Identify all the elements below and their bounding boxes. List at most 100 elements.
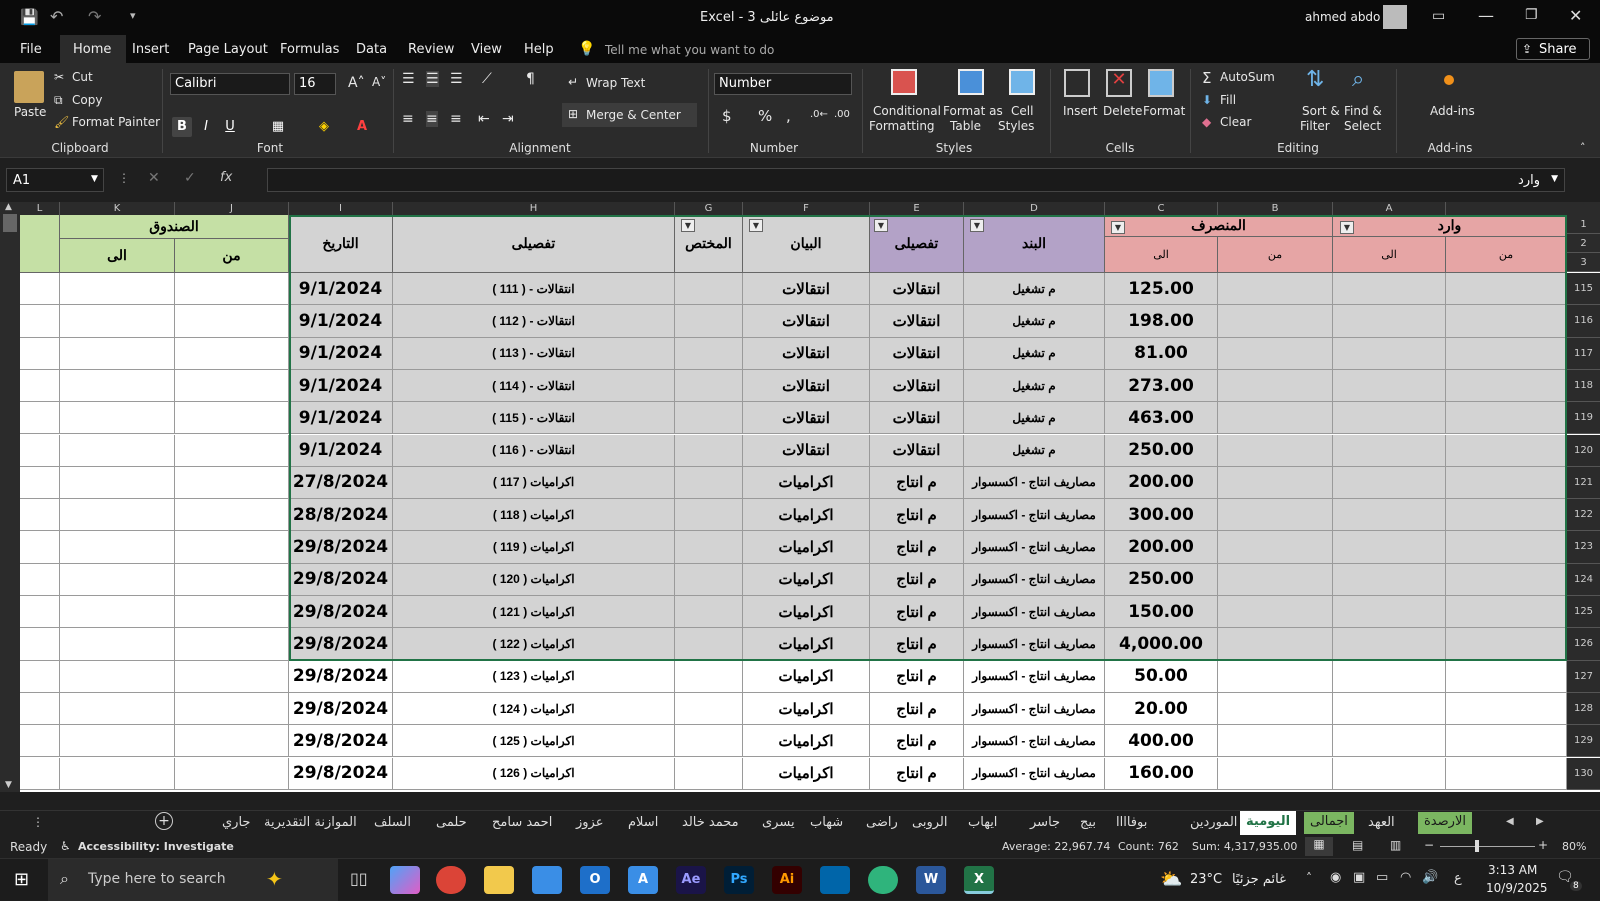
cell-blank[interactable] — [20, 499, 60, 532]
cell-amount[interactable]: 4,000.00 — [1105, 628, 1218, 661]
cell-amount[interactable]: 160.00 — [1105, 757, 1218, 790]
format-cells-button[interactable]: Format — [1143, 104, 1185, 118]
cell-safe-from[interactable] — [175, 466, 289, 500]
decrease-decimal-icon[interactable]: .00 — [834, 109, 850, 120]
cell-income-to[interactable] — [1333, 692, 1446, 726]
increase-font-icon[interactable]: A˄ — [348, 75, 365, 91]
clear-button[interactable]: Clear — [1220, 115, 1251, 129]
fill-button[interactable]: Fill — [1220, 93, 1236, 107]
page-layout-view-icon[interactable]: ▤ — [1352, 838, 1363, 852]
menu-page-layout[interactable]: Page Layout — [188, 42, 268, 57]
cell-amount[interactable]: 463.00 — [1105, 402, 1218, 435]
cell-statement[interactable]: انتقالات — [743, 305, 870, 338]
cell-safe-to[interactable] — [60, 563, 175, 596]
cell-item[interactable]: مصاريف انتاج - اكسسوار — [964, 628, 1105, 661]
filter-dropdown-icon[interactable]: ▼ — [749, 219, 763, 232]
column-header-d[interactable]: D — [964, 202, 1105, 215]
cell-detail2[interactable]: م انتاج — [870, 466, 964, 500]
cell-detail[interactable]: اكراميات ( 126 ) — [393, 757, 675, 790]
cell-income-to[interactable] — [1333, 660, 1446, 693]
tray-record-icon[interactable]: ◉ — [1330, 870, 1341, 885]
cell-blank[interactable] — [20, 660, 60, 693]
column-header-j[interactable]: J — [175, 202, 289, 215]
cell-specialist[interactable] — [675, 725, 743, 758]
cell-safe-from[interactable] — [175, 305, 289, 338]
cell-specialist[interactable] — [675, 273, 743, 306]
cell-date[interactable]: 29/8/2024 — [289, 757, 393, 790]
currency-icon[interactable]: $ — [722, 107, 732, 125]
windows-start-icon[interactable]: ⊞ — [14, 869, 29, 890]
cell-expense-from[interactable] — [1218, 305, 1333, 338]
sheet-tab[interactable]: جاري — [216, 815, 256, 830]
cell-detail2[interactable]: م انتاج — [870, 563, 964, 596]
cell-safe-to[interactable] — [60, 466, 175, 500]
tab-scroll-right-icon[interactable]: ▶ — [1536, 816, 1544, 827]
cell-safe-to[interactable] — [60, 434, 175, 467]
column-header-e[interactable]: E — [870, 202, 964, 215]
cell-detail[interactable]: اكراميات ( 124 ) — [393, 692, 675, 726]
cell-expense-from[interactable] — [1218, 725, 1333, 758]
cell-date[interactable]: 9/1/2024 — [289, 337, 393, 370]
save-icon[interactable]: 💾 — [20, 8, 39, 26]
cell-safe-from[interactable] — [175, 628, 289, 661]
orientation-icon[interactable]: ⟋ — [482, 71, 492, 87]
cell-detail[interactable]: اكراميات ( 125 ) — [393, 725, 675, 758]
cell-specialist[interactable] — [675, 305, 743, 338]
cell-safe-to[interactable] — [60, 692, 175, 726]
cell-specialist[interactable] — [675, 628, 743, 661]
avatar[interactable] — [1383, 5, 1407, 29]
cell-detail2[interactable]: م انتاج — [870, 531, 964, 564]
menu-data[interactable]: Data — [356, 42, 387, 57]
wrap-text-button[interactable]: Wrap Text — [586, 76, 645, 90]
sheet-tab[interactable]: الموازنة التقديرية — [258, 815, 363, 830]
cell-date[interactable]: 29/8/2024 — [289, 692, 393, 726]
row-header[interactable]: 121 — [1567, 466, 1600, 500]
cell-expense-from[interactable] — [1218, 273, 1333, 306]
menu-view[interactable]: View — [471, 42, 502, 57]
store-icon[interactable] — [532, 866, 562, 894]
cell-blank[interactable] — [20, 402, 60, 435]
format-as-table-line2[interactable]: Table — [950, 119, 981, 133]
battery-icon[interactable]: ▭ — [1376, 870, 1388, 885]
minimize-icon[interactable]: — — [1478, 6, 1494, 25]
cell-detail[interactable]: انتقالات - ( 115 ) — [393, 402, 675, 435]
menu-review[interactable]: Review — [408, 42, 454, 57]
cell-blank[interactable] — [20, 466, 60, 500]
sheet-tab[interactable]: حلمى — [430, 815, 473, 830]
row-header[interactable]: 124 — [1567, 563, 1600, 596]
cell-amount[interactable]: 300.00 — [1105, 499, 1218, 532]
tray-chevron-icon[interactable]: ˄ — [1306, 871, 1312, 885]
volume-icon[interactable]: 🔊 — [1422, 870, 1438, 885]
cell-item[interactable]: مصاريف انتاج - اكسسوار — [964, 531, 1105, 564]
cell-safe-from[interactable] — [175, 660, 289, 693]
edge-icon[interactable] — [868, 866, 898, 894]
cell-statement[interactable]: انتقالات — [743, 273, 870, 306]
cell-safe-to[interactable] — [60, 369, 175, 403]
zoom-out-icon[interactable]: − — [1424, 838, 1434, 852]
cancel-icon[interactable]: ✕ — [148, 170, 160, 186]
borders-icon[interactable]: ▦ — [268, 117, 288, 137]
column-header-c[interactable]: C — [1105, 202, 1218, 215]
cell-amount[interactable]: 125.00 — [1105, 273, 1218, 306]
menu-help[interactable]: Help — [524, 42, 554, 57]
cut-button[interactable]: Cut — [72, 70, 93, 84]
row-header[interactable]: 129 — [1567, 725, 1600, 758]
cell-income-from[interactable] — [1446, 563, 1567, 596]
cell-detail[interactable]: اكراميات ( 117 ) — [393, 466, 675, 500]
sheet-tab[interactable]: عزوز — [570, 815, 610, 830]
cell-date[interactable]: 9/1/2024 — [289, 402, 393, 435]
cell-detail[interactable]: انتقالات - ( 112 ) — [393, 305, 675, 338]
italic-icon[interactable]: I — [196, 117, 216, 137]
cell-amount[interactable]: 81.00 — [1105, 337, 1218, 370]
sheet-tab[interactable]: راضى — [860, 815, 904, 830]
cell-date[interactable]: 9/1/2024 — [289, 273, 393, 306]
after-effects-icon[interactable]: Ae — [676, 866, 706, 894]
cell-detail2[interactable]: م انتاج — [870, 660, 964, 693]
zoom-slider[interactable] — [1440, 846, 1535, 847]
autosum-button[interactable]: AutoSum — [1220, 70, 1275, 84]
cell-blank[interactable] — [20, 596, 60, 629]
sheet-tab[interactable]: العهد — [1362, 815, 1401, 830]
cell-income-to[interactable] — [1333, 305, 1446, 338]
undo-icon[interactable]: ↶ — [50, 7, 63, 26]
zoom-level[interactable]: 80% — [1562, 840, 1586, 853]
